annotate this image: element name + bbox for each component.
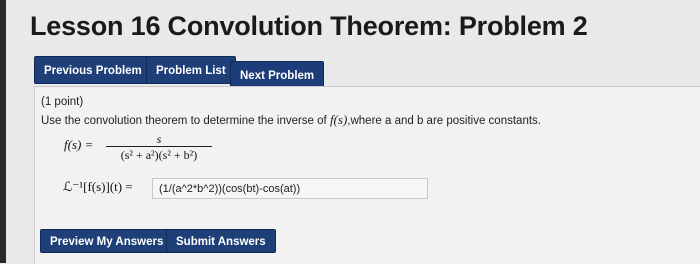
function-fraction: s (s² + a²)(s² + b²): [106, 132, 212, 162]
previous-problem-button[interactable]: Previous Problem: [34, 56, 152, 84]
prompt-function: f(s): [329, 112, 348, 127]
function-expression: f(s) =: [64, 137, 94, 152]
fraction-bar: [106, 146, 212, 147]
page-title: Lesson 16 Convolution Theorem: Problem 2: [30, 11, 588, 41]
preview-answers-button[interactable]: Preview My Answers: [40, 229, 174, 253]
function-label: f(s) =: [64, 137, 93, 153]
problem-list-button[interactable]: Problem List: [146, 56, 236, 84]
submit-answers-button[interactable]: Submit Answers: [166, 229, 276, 253]
prompt-text-start: Use the convolution theorem to determine…: [41, 115, 330, 127]
prompt-text-end: ,where a and b are positive constants.: [347, 115, 541, 127]
inverse-laplace-label: ℒ⁻¹[f(s)](t) =: [63, 179, 133, 194]
points-label: (1 point): [41, 96, 84, 108]
problem-prompt: Use the convolution theorem to determine…: [41, 112, 541, 128]
answer-input[interactable]: [152, 178, 428, 199]
fraction-numerator: s: [156, 132, 162, 146]
fraction-denominator: (s² + a²)(s² + b²): [120, 148, 198, 162]
window-edge: [0, 0, 6, 263]
next-problem-button[interactable]: Next Problem: [230, 61, 325, 89]
